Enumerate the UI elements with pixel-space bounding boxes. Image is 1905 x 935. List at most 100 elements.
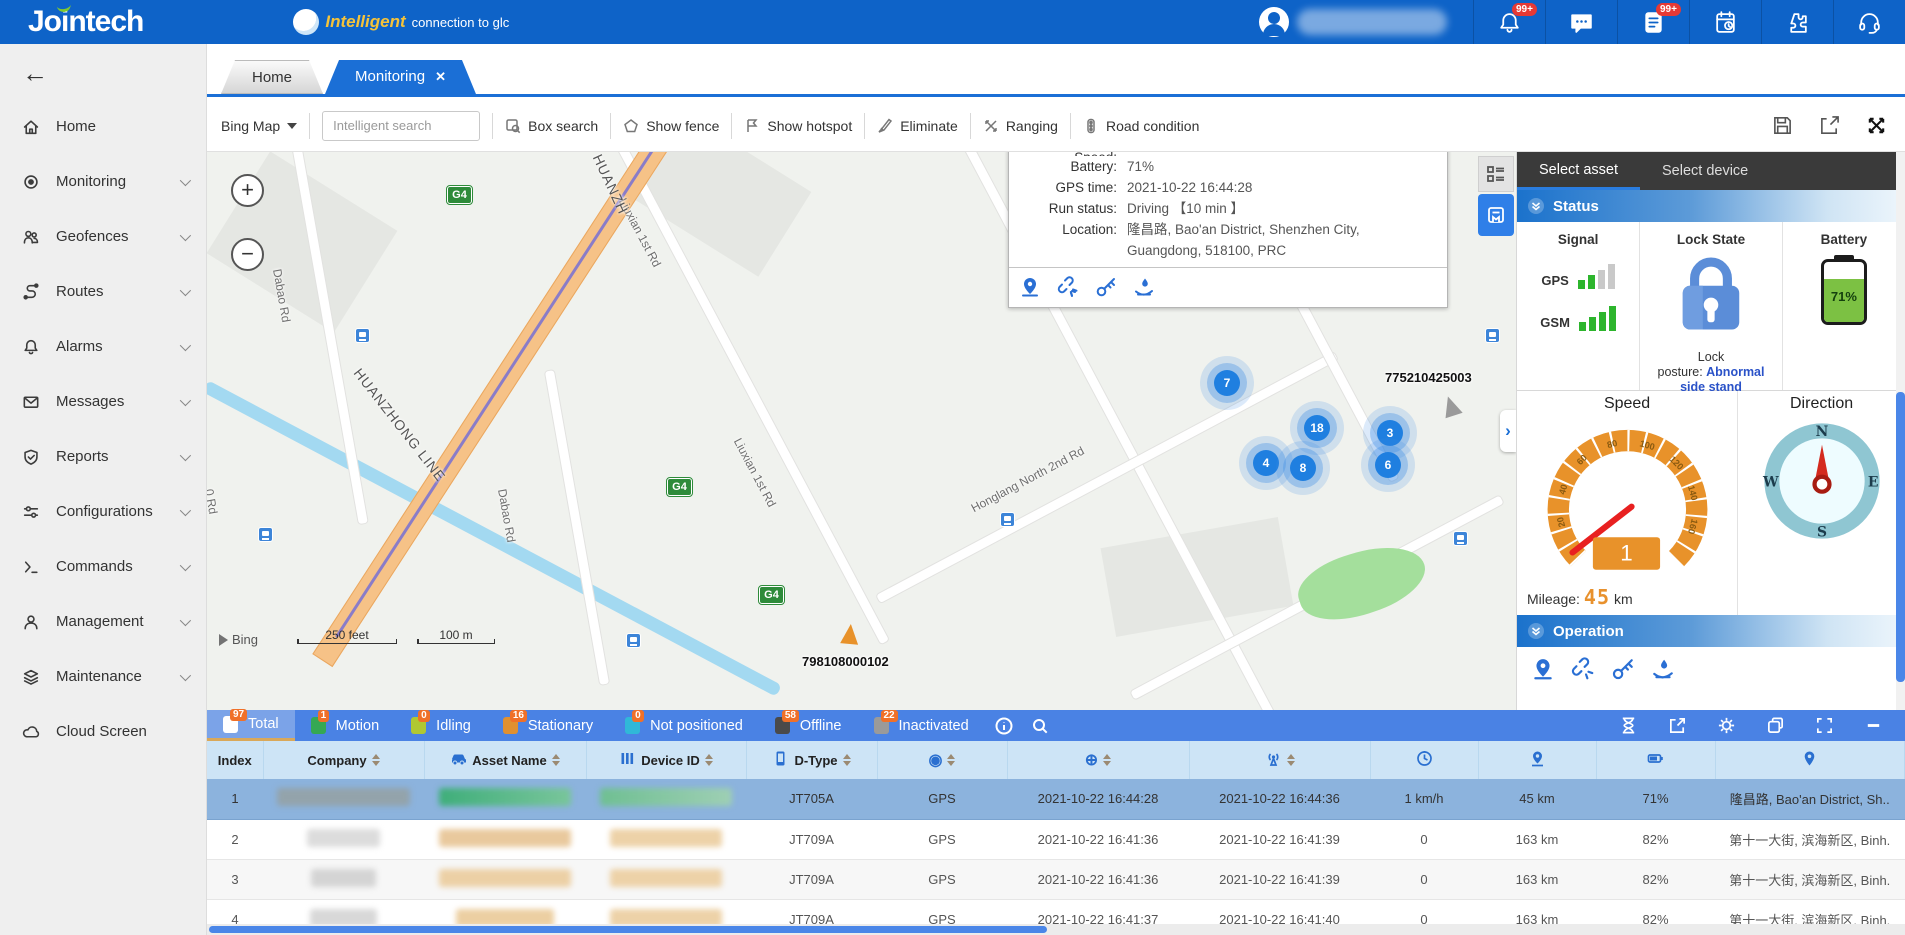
sort-icon[interactable] — [371, 754, 380, 766]
refuel-icon[interactable] — [1133, 276, 1155, 301]
sort-icon[interactable] — [551, 754, 560, 766]
messages-button[interactable]: 99+ — [1617, 0, 1689, 44]
show-hotspot-button[interactable]: Show hotspot — [744, 118, 852, 134]
sidebar-item-commands[interactable]: Commands — [0, 539, 206, 594]
key-icon[interactable] — [1095, 276, 1117, 301]
asset-cluster-marker[interactable]: 4 — [1253, 450, 1279, 476]
sidebar-item-reports[interactable]: Reports — [0, 429, 206, 484]
locate-icon[interactable] — [1531, 657, 1555, 686]
asset-cluster-marker[interactable]: 8 — [1290, 455, 1316, 481]
tab-select-asset[interactable]: Select asset — [1517, 152, 1640, 190]
notifications-button[interactable]: 99+ — [1473, 0, 1545, 44]
col-d-type[interactable]: D-Type — [746, 741, 878, 779]
box-search-button[interactable]: Box search — [505, 118, 598, 134]
col-positioning-type[interactable]: ◉ — [877, 741, 1008, 779]
close-icon[interactable]: ✕ — [435, 60, 446, 94]
col-battery[interactable] — [1596, 741, 1716, 779]
filter-tab-stationary[interactable]: 16 Stationary — [487, 710, 609, 741]
vehicle-marker-icon[interactable] — [840, 623, 860, 645]
table-row[interactable]: 2 JT709A GPS 2021-10-22 16:41:36 2021-10-2… — [207, 819, 1905, 860]
tab-monitoring[interactable]: Monitoring ✕ — [325, 60, 476, 94]
layer-list-button[interactable] — [1478, 156, 1514, 192]
tab-home[interactable]: Home — [221, 60, 323, 94]
col-speed[interactable] — [1370, 741, 1479, 779]
col-location[interactable] — [1715, 741, 1905, 779]
filter-tab-offline[interactable]: 58 Offline — [759, 710, 858, 741]
hourglass-icon[interactable] — [1619, 716, 1638, 735]
zoom-in-button[interactable]: + — [231, 174, 264, 207]
asset-cluster-marker[interactable]: 6 — [1375, 452, 1401, 478]
scrollbar-thumb[interactable] — [209, 926, 1047, 933]
sort-icon[interactable] — [1103, 754, 1112, 766]
panel-expander[interactable]: › — [1500, 410, 1516, 452]
bus-stop-icon[interactable] — [258, 527, 273, 542]
map-provider-select[interactable]: Bing Map — [221, 118, 298, 134]
minimize-icon[interactable] — [1864, 716, 1883, 735]
filter-tab-idling[interactable]: 0 Idling — [395, 710, 487, 741]
locate-icon[interactable] — [1019, 276, 1041, 301]
ranging-button[interactable]: Ranging — [983, 118, 1058, 134]
panel-scrollbar[interactable] — [1896, 152, 1905, 710]
zoom-out-button[interactable]: − — [231, 238, 264, 271]
operation-section-header[interactable]: Operation — [1517, 615, 1905, 647]
chat-button[interactable] — [1545, 0, 1617, 44]
filter-tab-total[interactable]: 97 Total — [207, 708, 295, 741]
bus-stop-icon[interactable] — [1000, 512, 1015, 527]
sidebar-item-geofences[interactable]: Geofences — [0, 209, 206, 264]
map-canvas[interactable]: HUANZHONG LINE Liuxian 1st Rd Liuxian 1s… — [207, 152, 1516, 710]
sidebar-item-home[interactable]: Home — [0, 99, 206, 154]
col-device-id[interactable]: Device ID — [586, 741, 747, 779]
plugins-button[interactable] — [1761, 0, 1833, 44]
unlink-icon[interactable] — [1571, 657, 1595, 686]
asset-cluster-marker[interactable]: 7 — [1214, 370, 1240, 396]
info-icon[interactable] — [995, 717, 1013, 735]
sidebar-item-configurations[interactable]: Configurations — [0, 484, 206, 539]
col-gps-time[interactable]: ⊕ — [1007, 741, 1190, 779]
sidebar-item-maintenance[interactable]: Maintenance — [0, 649, 206, 704]
sidebar-item-cloud-screen[interactable]: Cloud Screen — [0, 704, 206, 759]
col-index[interactable]: Index — [207, 741, 264, 779]
sort-icon[interactable] — [1286, 754, 1295, 766]
sidebar-item-messages[interactable]: Messages — [0, 374, 206, 429]
support-button[interactable] — [1833, 0, 1905, 44]
copy-icon[interactable] — [1766, 716, 1785, 735]
sidebar-item-monitoring[interactable]: Monitoring — [0, 154, 206, 209]
eliminate-button[interactable]: Eliminate — [877, 118, 958, 134]
fullscreen-icon[interactable] — [1815, 716, 1834, 735]
key-icon[interactable] — [1611, 657, 1635, 686]
filter-tab-motion[interactable]: 1 Motion — [295, 710, 396, 741]
col-mileage[interactable] — [1478, 741, 1597, 779]
sort-icon[interactable] — [842, 754, 851, 766]
horizontal-scrollbar[interactable] — [207, 924, 1905, 935]
back-arrow-icon[interactable]: ← — [0, 44, 206, 99]
asset-cluster-marker[interactable]: 18 — [1304, 415, 1330, 441]
schedule-button[interactable] — [1689, 0, 1761, 44]
status-section-header[interactable]: Status — [1517, 190, 1905, 222]
refuel-icon[interactable] — [1651, 657, 1675, 686]
share-icon[interactable] — [1668, 716, 1687, 735]
user-avatar[interactable] — [1259, 7, 1289, 37]
bus-stop-icon[interactable] — [626, 633, 641, 648]
asset-cluster-marker[interactable]: 3 — [1377, 420, 1403, 446]
show-fence-button[interactable]: Show fence — [623, 118, 719, 134]
col-company[interactable]: Company — [263, 741, 425, 779]
col-receive-time[interactable] — [1189, 741, 1371, 779]
road-condition-button[interactable]: Road condition — [1083, 118, 1199, 134]
col-asset-name[interactable]: Asset Name — [424, 741, 587, 779]
sidebar-item-management[interactable]: Management — [0, 594, 206, 649]
filter-tab-inactivated[interactable]: 22 Inactivated — [858, 710, 985, 741]
table-row[interactable]: 1 JT705A GPS 2021-10-22 16:44:28 2021-10-2… — [207, 779, 1905, 820]
table-row[interactable]: 3 JT709A GPS 2021-10-22 16:41:36 2021-10-2… — [207, 859, 1905, 900]
bus-stop-icon[interactable] — [1453, 531, 1468, 546]
sort-icon[interactable] — [947, 754, 956, 766]
export-icon[interactable] — [1819, 115, 1840, 136]
search-input[interactable] — [322, 110, 481, 141]
sidebar-item-alarms[interactable]: Alarms — [0, 319, 206, 374]
sidebar-item-routes[interactable]: Routes — [0, 264, 206, 319]
gear-icon[interactable] — [1717, 716, 1736, 735]
bookmark-panel-button[interactable] — [1478, 194, 1514, 236]
filter-tab-not-positioned[interactable]: 0 Not positioned — [609, 710, 759, 741]
search-icon[interactable] — [1031, 717, 1049, 735]
heading-arrow-icon[interactable] — [1439, 393, 1463, 419]
bus-stop-icon[interactable] — [355, 328, 370, 343]
